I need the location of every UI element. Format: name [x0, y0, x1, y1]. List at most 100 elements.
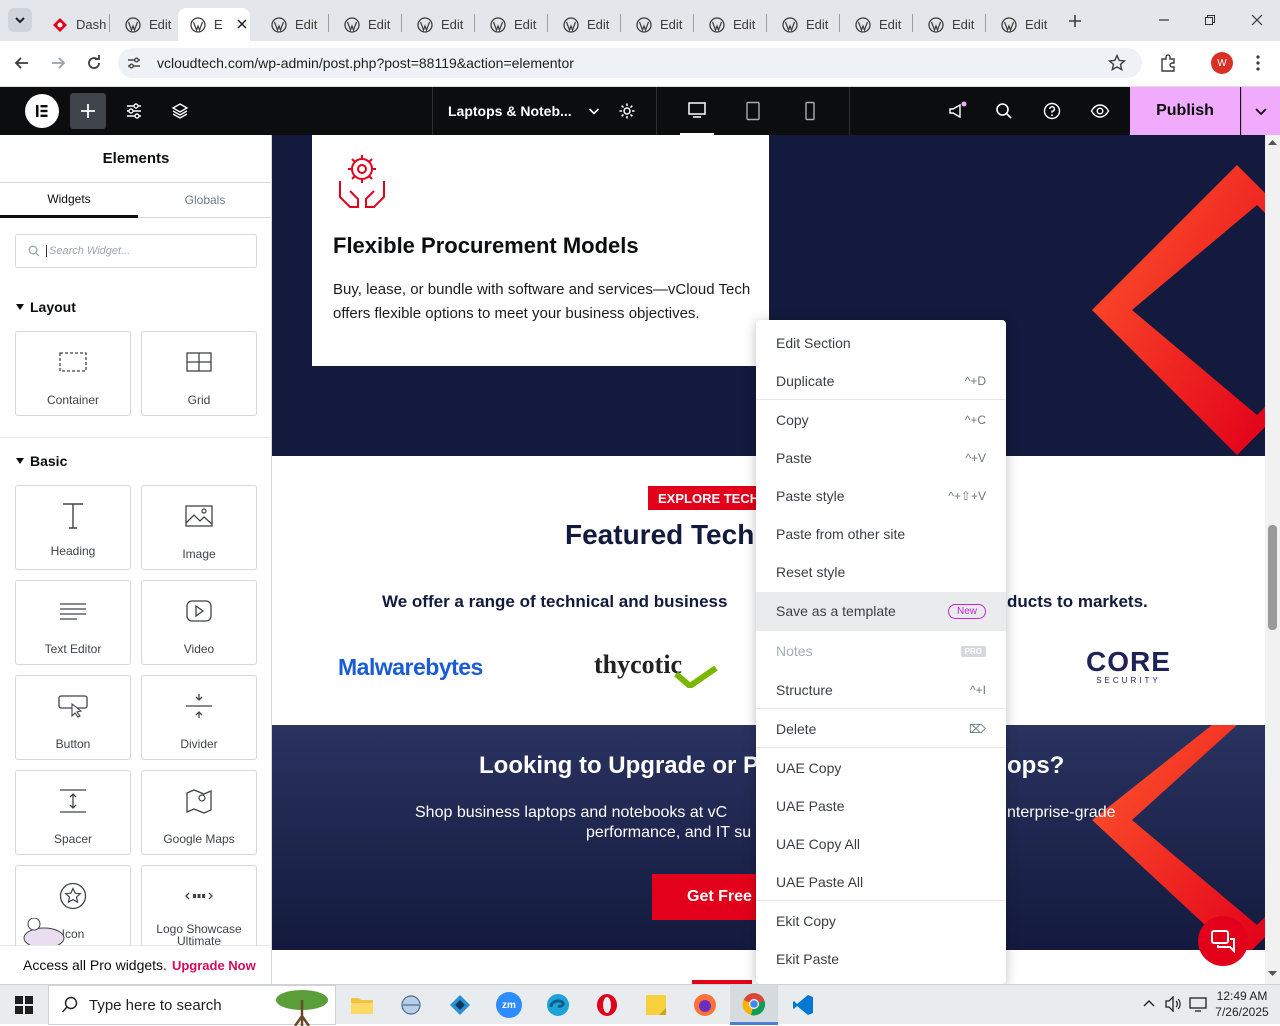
widget-button[interactable]: Button [15, 675, 131, 760]
add-element-button[interactable] [70, 93, 106, 129]
menu-item-delete[interactable]: Delete ⌦ [756, 710, 1006, 748]
vscode-taskbar-icon[interactable] [779, 985, 827, 1025]
tablet-view-button[interactable] [738, 87, 768, 135]
browser-tab[interactable]: Edit [478, 8, 548, 41]
menu-item-duplicate[interactable]: Duplicate ^+D [756, 362, 1006, 400]
menu-item-copy[interactable]: Copy ^+C [756, 401, 1006, 439]
whats-new-button[interactable] [942, 87, 972, 135]
widget-video[interactable]: Video [141, 580, 257, 665]
widget-container[interactable]: Container [15, 331, 131, 416]
site-settings-button[interactable] [118, 87, 150, 135]
desktop-view-button[interactable] [680, 87, 714, 135]
taskbar-search[interactable]: Type here to search [48, 985, 336, 1026]
widget-logo-showcase[interactable]: Logo Showcase Ultimate [141, 865, 257, 950]
opera-taskbar-icon[interactable] [583, 985, 631, 1025]
edge-taskbar-icon[interactable] [534, 985, 582, 1025]
menu-item-ekit-copy[interactable]: Ekit Copy [756, 902, 1006, 940]
show-hidden-icons[interactable] [1142, 997, 1156, 1016]
app-taskbar-icon[interactable] [387, 985, 435, 1025]
reload-button[interactable] [82, 51, 106, 75]
menu-item-ekit-paste[interactable]: Ekit Paste [756, 940, 1006, 978]
elementor-logo-button[interactable] [24, 87, 60, 135]
menu-item-uae-copy[interactable]: UAE Copy [756, 749, 1006, 787]
menu-item-paste[interactable]: Paste ^+V [756, 439, 1006, 477]
restore-button[interactable] [1196, 10, 1224, 30]
forward-button[interactable] [46, 51, 70, 75]
browser-tab[interactable]: Dash [40, 8, 110, 41]
start-button[interactable] [0, 985, 48, 1025]
browser-tab[interactable]: Edit [916, 8, 986, 41]
zoom-taskbar-icon[interactable]: zm [485, 985, 533, 1025]
menu-item-paste-from-other-site[interactable]: Paste from other site [756, 515, 1006, 553]
menu-item-save-as-template[interactable]: Save as a template New [756, 592, 1006, 630]
upgrade-now-link[interactable]: Upgrade Now [172, 958, 256, 973]
close-tab-icon[interactable] [237, 17, 247, 32]
page-selector[interactable]: Laptops & Noteb... [448, 87, 600, 135]
widget-spacer[interactable]: Spacer [15, 770, 131, 855]
widget-search[interactable]: Search Widget... [15, 234, 257, 268]
extensions-icon[interactable] [1158, 53, 1178, 78]
minimize-button[interactable] [1150, 10, 1178, 30]
canvas-scrollbar[interactable] [1265, 135, 1280, 984]
cta-button[interactable]: Get Free [652, 874, 762, 920]
widget-text-editor[interactable]: Text Editor [15, 580, 131, 665]
widget-heading[interactable]: Heading [15, 485, 131, 570]
network-icon[interactable] [1189, 996, 1207, 1017]
tab-widgets[interactable]: Widgets [0, 183, 138, 218]
menu-item-reset-style[interactable]: Reset style [756, 553, 1006, 591]
publish-options-button[interactable] [1241, 87, 1280, 135]
firefox-taskbar-icon[interactable] [681, 985, 729, 1025]
layout-section-header[interactable]: Layout [16, 299, 76, 315]
back-button[interactable] [10, 51, 34, 75]
address-bar[interactable]: vcloudtech.com/wp-admin/post.php?post=88… [118, 48, 1142, 78]
browser-tab-active[interactable]: E [178, 8, 250, 41]
widget-divider[interactable]: Divider [141, 675, 257, 760]
new-tab-button[interactable] [1064, 10, 1086, 32]
publish-button[interactable]: Publish [1130, 87, 1240, 135]
menu-item-paste-style[interactable]: Paste style ^+⇧+V [756, 477, 1006, 515]
tab-globals[interactable]: Globals [138, 183, 271, 218]
search-button[interactable] [990, 87, 1018, 135]
browser-tab[interactable]: Edit [113, 8, 183, 41]
basic-section-header[interactable]: Basic [16, 453, 67, 469]
browser-tab[interactable]: Edit [551, 8, 621, 41]
browser-tab[interactable]: Edit [989, 8, 1059, 41]
volume-icon[interactable] [1164, 995, 1182, 1017]
search-input[interactable]: Search Widget... [46, 245, 130, 257]
widget-google-maps[interactable]: Google Maps [141, 770, 257, 855]
profile-avatar[interactable]: W [1211, 52, 1233, 74]
clock[interactable]: 12:49 AM 7/26/2025 [1212, 988, 1272, 1020]
menu-item-uae-paste[interactable]: UAE Paste [756, 787, 1006, 825]
file-explorer-taskbar-icon[interactable] [338, 985, 386, 1025]
browser-tab[interactable]: Edit [624, 8, 694, 41]
page-settings-button[interactable] [612, 87, 642, 135]
browser-tab[interactable]: Edit [405, 8, 475, 41]
tab-search-button[interactable] [8, 8, 32, 32]
chrome-taskbar-icon[interactable] [730, 985, 778, 1025]
browser-tab[interactable]: Edit [770, 8, 840, 41]
menu-item-uae-paste-all[interactable]: UAE Paste All [756, 863, 1006, 901]
url-text[interactable]: vcloudtech.com/wp-admin/post.php?post=88… [157, 55, 574, 71]
app2-taskbar-icon[interactable] [436, 985, 484, 1025]
mobile-view-button[interactable] [795, 87, 825, 135]
menu-item-structure[interactable]: Structure ^+I [756, 671, 1006, 709]
preview-button[interactable] [1086, 87, 1114, 135]
structure-button[interactable] [164, 87, 196, 135]
browser-menu-button[interactable] [1250, 53, 1266, 73]
menu-item-edit-section[interactable]: Edit Section [756, 324, 1006, 362]
widget-grid[interactable]: Grid [141, 331, 257, 416]
menu-item-uae-copy-all[interactable]: UAE Copy All [756, 825, 1006, 863]
sticky-notes-taskbar-icon[interactable] [632, 985, 680, 1025]
widget-image[interactable]: Image [141, 485, 257, 570]
browser-tab[interactable]: Edit [259, 8, 329, 41]
browser-tab[interactable]: Edit [697, 8, 767, 41]
help-button[interactable] [1038, 87, 1066, 135]
procurement-card[interactable]: Flexible Procurement Models Buy, lease, … [312, 135, 769, 366]
site-info-icon[interactable] [126, 55, 142, 71]
chat-bubble-button[interactable] [1198, 916, 1248, 966]
scrollbar-thumb[interactable] [1268, 525, 1277, 630]
close-window-button[interactable] [1243, 10, 1271, 30]
bookmark-star-icon[interactable] [1107, 53, 1127, 77]
browser-tab[interactable]: Edit [332, 8, 402, 41]
browser-tab[interactable]: Edit [843, 8, 913, 41]
